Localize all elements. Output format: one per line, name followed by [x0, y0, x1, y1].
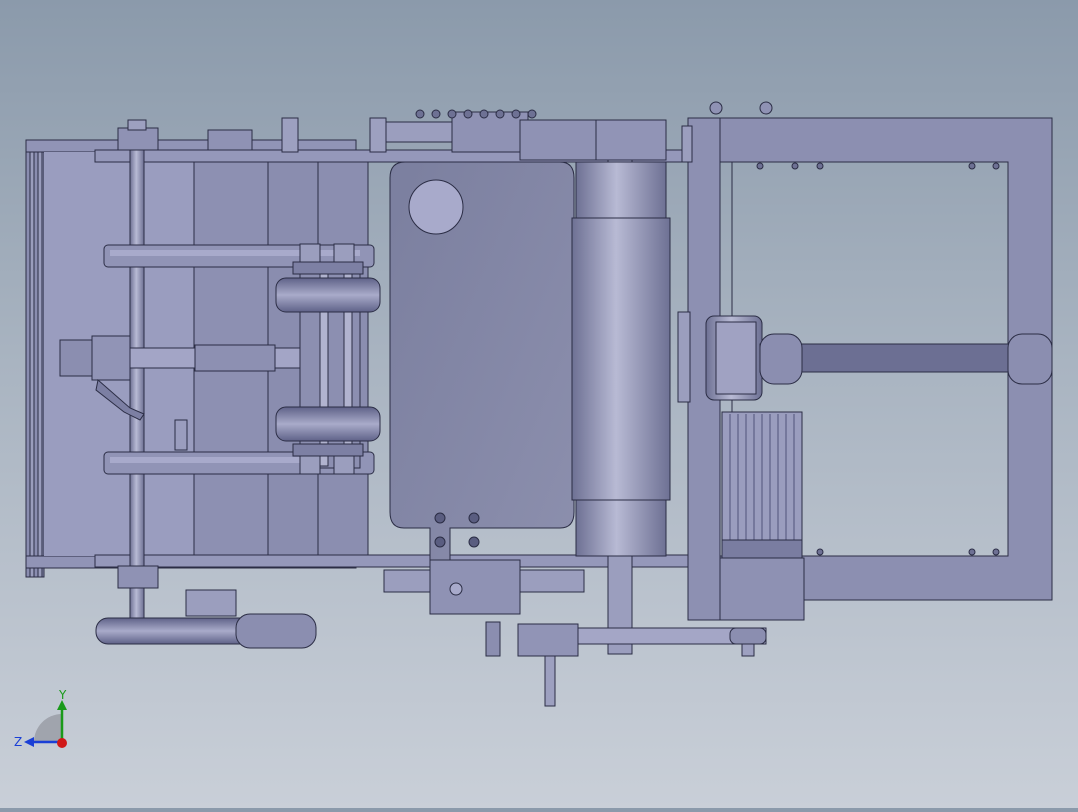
bottom-fittings	[95, 559, 767, 707]
coordinate-triad: Y Z	[14, 688, 67, 749]
motor	[719, 411, 805, 621]
cad-viewport[interactable]: Y Z	[0, 0, 1078, 808]
main-drum	[571, 119, 671, 655]
y-axis-label: Y	[58, 688, 67, 702]
machine-assembly-drawing: Y Z	[14, 101, 1053, 749]
belt-pulley	[705, 315, 1053, 401]
z-axis-label: Z	[14, 735, 22, 749]
x-axis-origin	[57, 738, 67, 748]
main-side-plate	[389, 161, 575, 611]
